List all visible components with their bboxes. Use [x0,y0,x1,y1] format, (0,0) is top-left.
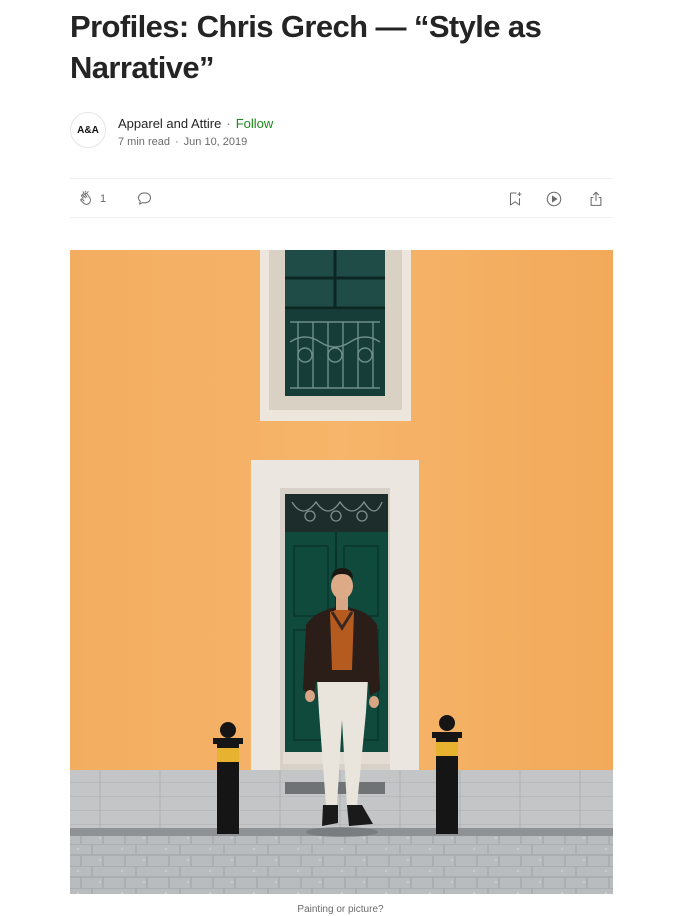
separator-dot: · [226,116,231,131]
cobblestone-street [70,836,613,894]
play-icon [545,190,563,208]
listen-button[interactable] [545,190,563,208]
comment-icon [136,190,153,207]
sidewalk [70,770,613,835]
clap-button[interactable]: 1 [78,190,106,208]
follow-button[interactable]: Follow [236,116,274,131]
share-icon [587,190,605,208]
share-button[interactable] [587,190,605,208]
article-action-bar: 1 [70,178,613,218]
read-time: 7 min read [118,136,170,148]
article-title: Profiles: Chris Grech — “Style as Narrat… [70,9,542,85]
save-button[interactable] [506,190,524,208]
image-caption: Painting or picture? [297,904,384,915]
publication-name[interactable]: Apparel and Attire [118,116,221,131]
publication-row: Apparel and Attire · Follow [118,116,273,131]
bookmark-add-icon [506,190,524,208]
hero-image [70,250,613,894]
clap-icon [78,190,96,208]
publication-avatar[interactable]: A&A [70,112,106,148]
byline: A&A Apparel and Attire · Follow 7 min read… [70,112,490,150]
bollard-right [432,715,462,834]
clap-count: 1 [100,193,107,205]
responses-button[interactable] [136,190,153,207]
bollard-left [213,722,243,834]
meta-separator: · [174,136,179,148]
article-meta: 7 min read · Jun 10, 2019 [118,136,247,148]
publish-date: Jun 10, 2019 [183,136,248,148]
